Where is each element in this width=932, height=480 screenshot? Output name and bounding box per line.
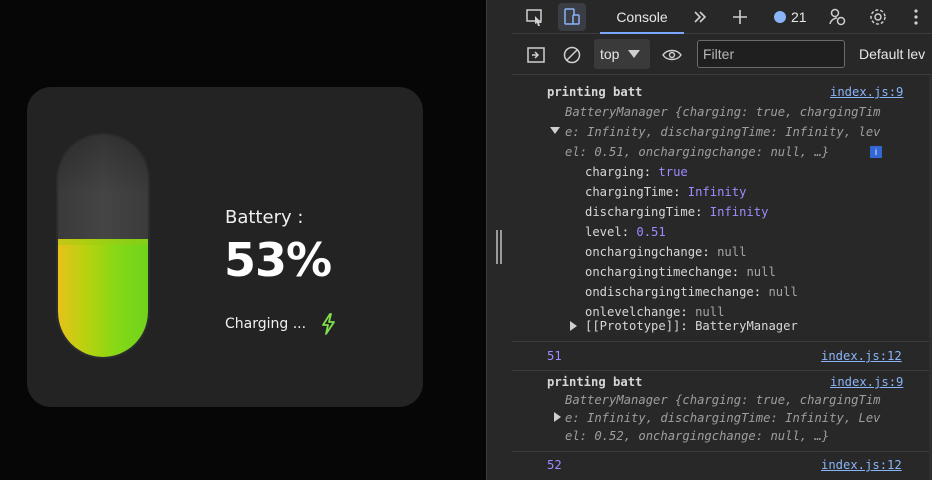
kebab-icon[interactable] — [902, 3, 930, 31]
console-message: 52 index.js:12 — [512, 453, 932, 480]
console-message: printing batt index.js:9 BatteryManager … — [512, 372, 932, 452]
log-text: 51 — [547, 349, 562, 363]
charging-status: Charging ... — [225, 312, 340, 336]
issues-count: 21 — [791, 9, 807, 25]
console-toolbar: top Default lev — [512, 35, 932, 75]
source-link[interactable]: index.js:12 — [821, 346, 902, 366]
prop-row: onchargingchange: null — [585, 245, 747, 259]
object-summary-line2: e: Infinity, dischargingTime: Infinity, … — [565, 411, 881, 425]
prop-row: level: 0.51 — [585, 225, 666, 239]
source-link[interactable]: index.js:9 — [830, 82, 903, 102]
split-divider[interactable] — [486, 0, 512, 480]
info-icon[interactable]: i — [870, 146, 882, 158]
clear-icon[interactable] — [558, 41, 586, 69]
console-message: printing batt index.js:9 BatteryManager … — [512, 76, 932, 342]
object-summary[interactable]: BatteryManager {charging: true, charging… — [565, 102, 881, 122]
prototype-row[interactable]: [[Prototype]]: BatteryManager — [585, 316, 798, 336]
battery-percentage: 53% — [224, 233, 332, 287]
devtools-main-toolbar: Console 21 — [512, 0, 932, 34]
chevron-down-icon — [628, 50, 641, 58]
collapse-arrow-icon[interactable] — [550, 127, 560, 134]
plus-icon[interactable] — [726, 3, 754, 31]
prop-row: ondischargingtimechange: null — [585, 285, 798, 299]
console-output: printing batt index.js:9 BatteryManager … — [512, 76, 932, 480]
customize-icon[interactable] — [824, 3, 852, 31]
object-summary[interactable]: BatteryManager {charging: true, charging… — [565, 390, 881, 410]
default-levels-dropdown[interactable]: Default lev — [859, 46, 925, 62]
prop-row: chargingTime: Infinity — [585, 185, 747, 199]
issues-badge[interactable]: 21 — [774, 9, 807, 25]
issues-icon — [774, 11, 786, 23]
source-link[interactable]: index.js:12 — [821, 455, 902, 475]
context-value: top — [600, 46, 620, 62]
context-selector[interactable]: top — [594, 39, 650, 69]
object-summary-line3: el: 0.52, onchargingchange: null, …} — [565, 429, 830, 443]
settings-icon[interactable] — [864, 3, 892, 31]
expand-arrow-icon[interactable] — [554, 412, 561, 422]
eye-icon[interactable] — [658, 41, 686, 69]
drag-handle-icon[interactable] — [495, 230, 503, 264]
expand-arrow-icon[interactable] — [570, 321, 577, 331]
log-text: printing batt — [547, 85, 643, 99]
inspect-icon[interactable] — [521, 3, 549, 31]
battery-pill — [56, 133, 150, 359]
battery-label: Battery : — [225, 207, 304, 228]
battery-level-fill — [58, 239, 148, 357]
source-link[interactable]: index.js:9 — [830, 372, 903, 392]
more-tabs-icon[interactable] — [686, 3, 714, 31]
log-text: 52 — [547, 458, 562, 472]
device-toolbar-icon[interactable] — [558, 3, 586, 31]
bolt-icon — [318, 312, 340, 336]
tab-console[interactable]: Console — [600, 0, 684, 34]
devtools-panel: Console 21 top Filter Default lev printi… — [512, 0, 932, 480]
sidebar-toggle-icon[interactable] — [522, 41, 550, 69]
page-preview: Battery : 53% Charging ... — [0, 0, 486, 480]
prop-row: onchargingtimechange: null — [585, 265, 776, 279]
battery-card: Battery : 53% Charging ... — [27, 87, 423, 407]
log-text: printing batt — [547, 375, 643, 389]
object-summary-line3: el: 0.51, onchargingchange: null, …} — [565, 145, 830, 159]
charging-text: Charging ... — [225, 316, 307, 332]
battery-shine — [58, 135, 148, 195]
object-summary-line2: e: Infinity, dischargingTime: Infinity, … — [565, 125, 881, 139]
filter-input[interactable] — [697, 40, 845, 68]
prop-row: charging: true — [585, 165, 688, 179]
console-message: 51 index.js:12 — [512, 343, 932, 371]
prop-row: dischargingTime: Infinity — [585, 205, 769, 219]
